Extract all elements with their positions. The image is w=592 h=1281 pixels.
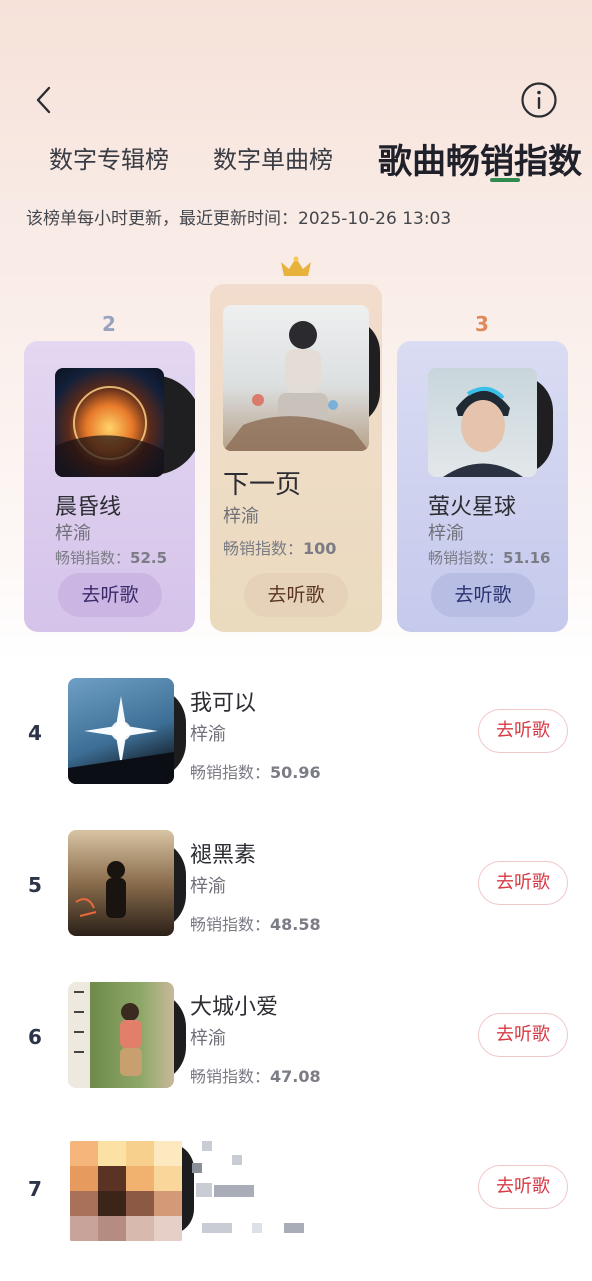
rank-2-number: 2 — [102, 312, 116, 336]
podium-card-rank-1[interactable]: 下一页 梓渝 畅销指数：100 去听歌 — [210, 284, 382, 632]
rank-number: 7 — [28, 1177, 42, 1201]
rank-number: 4 — [28, 721, 42, 745]
pixelated-block — [202, 1141, 212, 1151]
list-item[interactable]: 7 去听歌 — [0, 1121, 592, 1261]
tab-song-sales-index[interactable]: 歌曲畅销指数 — [378, 134, 582, 183]
crown-icon — [279, 256, 313, 282]
list-item[interactable]: 6 大城小爱 梓渝 畅销指数：47.08 去听歌 — [0, 969, 592, 1109]
pixelated-block — [252, 1223, 262, 1233]
listen-button[interactable]: 去听歌 — [478, 709, 568, 753]
sales-index: 畅销指数：47.08 — [190, 1067, 321, 1086]
sales-index: 畅销指数：50.96 — [190, 763, 321, 782]
podium-card-rank-2[interactable]: 晨昏线 梓渝 畅销指数：52.5 去听歌 — [24, 341, 195, 632]
info-circle-icon — [521, 82, 557, 118]
listen-button[interactable]: 去听歌 — [58, 573, 162, 617]
list-item[interactable]: 5 褪黑素 梓渝 畅销指数：48.58 去听歌 — [0, 817, 592, 957]
song-title: 褪黑素 — [190, 843, 257, 868]
album-cover — [68, 982, 174, 1088]
artist-name: 梓渝 — [190, 1028, 226, 1049]
pixelated-block — [232, 1155, 242, 1165]
pixelated-block — [214, 1185, 254, 1197]
rank-number: 5 — [28, 873, 42, 897]
sales-index: 畅销指数：52.5 — [55, 549, 168, 567]
album-cover-pixelated — [70, 1141, 182, 1241]
album-cover — [428, 368, 537, 477]
song-title: 我可以 — [190, 691, 257, 716]
album-cover — [68, 678, 174, 784]
artist-name: 梓渝 — [190, 724, 226, 745]
sales-index: 畅销指数：51.16 — [428, 549, 551, 567]
song-title: 晨昏线 — [55, 495, 122, 520]
rank-3-number: 3 — [475, 312, 489, 336]
song-title: 萤火星球 — [428, 495, 517, 520]
pixelated-block — [202, 1223, 232, 1233]
chevron-left-icon — [36, 86, 51, 114]
list-item[interactable]: 4 我可以 梓渝 畅销指数：50.96 去听歌 — [0, 665, 592, 805]
listen-button[interactable]: 去听歌 — [478, 1013, 568, 1057]
sales-index: 畅销指数：100 — [223, 539, 337, 558]
chart-tabs: 数字专辑榜 数字单曲榜 歌曲畅销指数 — [0, 130, 592, 190]
listen-button[interactable]: 去听歌 — [478, 861, 568, 905]
song-title: 大城小爱 — [190, 995, 279, 1020]
artist-name: 梓渝 — [428, 523, 464, 544]
pixelated-block — [196, 1183, 212, 1197]
tab-digital-single[interactable]: 数字单曲榜 — [213, 140, 333, 175]
sales-index: 畅销指数：48.58 — [190, 915, 321, 934]
update-note: 该榜单每小时更新，最近更新时间：2025-10-26 13:03 — [26, 209, 452, 229]
album-cover — [68, 830, 174, 936]
song-title: 下一页 — [223, 470, 302, 500]
rank-number: 6 — [28, 1025, 42, 1049]
listen-button[interactable]: 去听歌 — [431, 573, 535, 617]
info-button[interactable] — [519, 80, 559, 120]
podium-card-rank-3[interactable]: 萤火星球 梓渝 畅销指数：51.16 去听歌 — [397, 341, 568, 632]
back-button[interactable] — [26, 80, 66, 120]
tab-digital-album[interactable]: 数字专辑榜 — [49, 140, 169, 175]
artist-name: 梓渝 — [55, 523, 91, 544]
listen-button[interactable]: 去听歌 — [478, 1165, 568, 1209]
artist-name: 梓渝 — [223, 506, 259, 527]
album-cover — [223, 305, 369, 451]
artist-name: 梓渝 — [190, 876, 226, 897]
listen-button[interactable]: 去听歌 — [244, 573, 348, 617]
pixelated-block — [284, 1223, 304, 1233]
active-tab-underline — [490, 178, 520, 182]
pixelated-block — [192, 1163, 202, 1173]
album-cover — [55, 368, 164, 477]
